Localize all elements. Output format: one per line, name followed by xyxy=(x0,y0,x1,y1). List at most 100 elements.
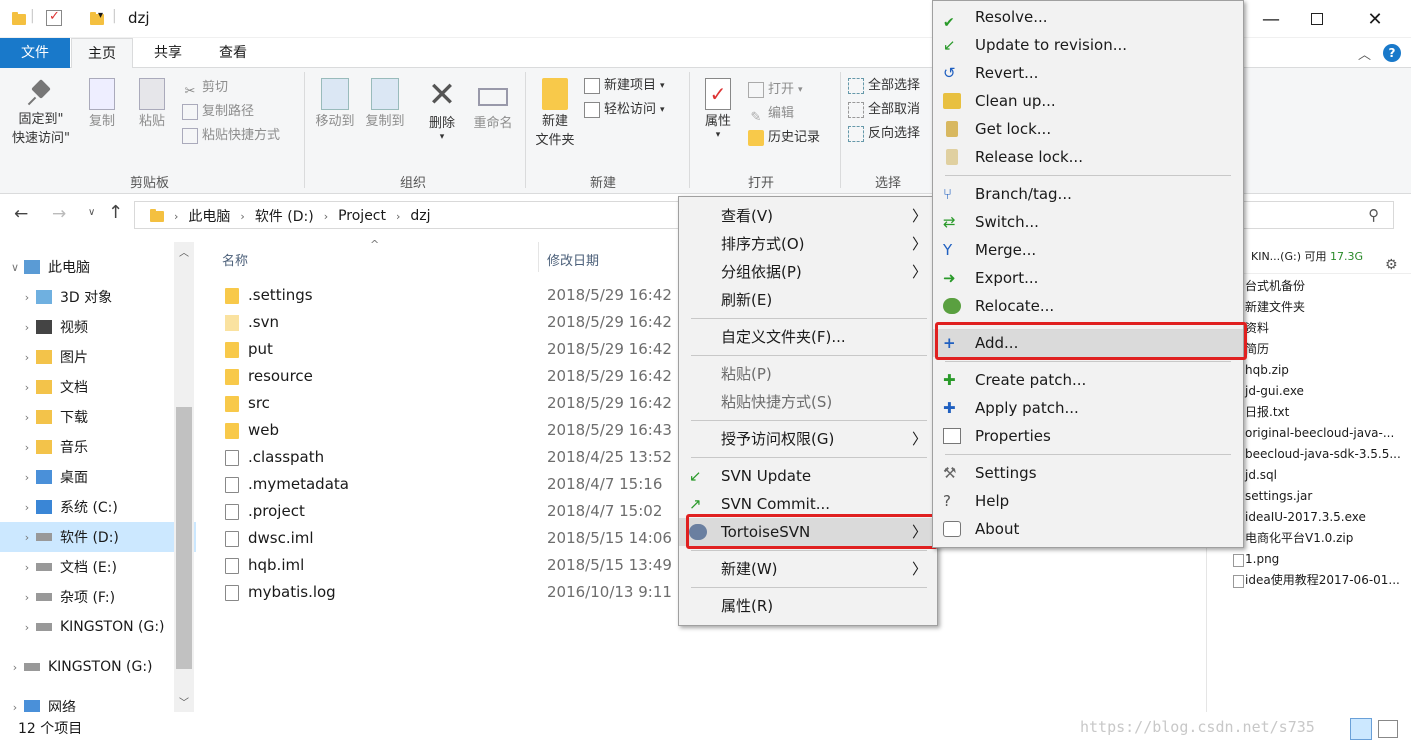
details-view-icon[interactable] xyxy=(1350,718,1372,740)
tab-home[interactable]: 主页 xyxy=(71,38,133,69)
recent-locations-icon[interactable]: ∨ xyxy=(88,207,95,218)
delete-button[interactable]: ✕ 删除 ▾ xyxy=(420,78,464,142)
collapse-ribbon-icon[interactable]: ︿ xyxy=(1358,44,1371,63)
invert-selection-button[interactable]: 反向选择 xyxy=(848,122,920,146)
file-row-svn[interactable]: .svn 2018/5/29 16:42 xyxy=(210,309,680,336)
nav-item-downloads[interactable]: › 下载 xyxy=(0,402,196,432)
copy-path-button[interactable]: 复制路径 xyxy=(182,100,280,124)
history-button[interactable]: 历史记录 xyxy=(748,126,820,150)
file-row-resource[interactable]: resource 2018/5/29 16:42 xyxy=(210,363,680,390)
nav-item-kingston[interactable]: › KINGSTON (G:) xyxy=(0,652,196,682)
copy-button[interactable]: 复制 xyxy=(82,78,122,131)
select-all-button[interactable]: 全部选择 xyxy=(848,74,920,98)
menu-item-apply-patch[interactable]: ✚ Apply patch... xyxy=(933,394,1243,422)
move-to-button[interactable]: 移动到 xyxy=(310,78,360,131)
nav-item-drive-f[interactable]: › 杂项 (F:) xyxy=(0,582,196,612)
menu-item-help[interactable]: ? Help xyxy=(933,487,1243,515)
scroll-up-icon[interactable]: ︿ xyxy=(179,244,189,259)
copy-to-button[interactable]: 复制到 xyxy=(360,78,410,131)
menu-item-new[interactable]: 新建(W) 〉 xyxy=(679,555,937,583)
column-name[interactable]: 名称 xyxy=(222,250,248,269)
menu-item-get-lock[interactable]: Get lock... xyxy=(933,115,1243,143)
nav-item-videos[interactable]: › 视频 xyxy=(0,312,196,342)
list-item[interactable]: idea使用教程2017-06-01... xyxy=(1207,570,1411,591)
forward-arrow-icon[interactable]: → xyxy=(52,204,66,224)
search-icon[interactable]: ⚲ xyxy=(1368,206,1379,224)
nav-scrollbar[interactable]: ︿ ﹀ xyxy=(174,242,194,712)
back-arrow-icon[interactable]: ← xyxy=(14,204,28,224)
open-button[interactable]: 打开 ▾ xyxy=(748,78,820,102)
menu-item-properties-svn[interactable]: Properties xyxy=(933,422,1243,450)
breadcrumb-dzj[interactable]: dzj xyxy=(410,208,430,224)
properties-quick-icon[interactable]: ✓ xyxy=(46,9,62,26)
nav-item-music[interactable]: › 音乐 xyxy=(0,432,196,462)
up-arrow-icon[interactable]: ↑ xyxy=(108,202,123,223)
minimize-button[interactable]: — xyxy=(1248,0,1294,38)
file-row-web[interactable]: web 2018/5/29 16:43 xyxy=(210,417,680,444)
menu-item-refresh[interactable]: 刷新(E) xyxy=(679,286,937,314)
paste-shortcut-button[interactable]: 粘贴快捷方式 xyxy=(182,124,280,148)
cut-button[interactable]: ✂ 剪切 xyxy=(182,76,280,100)
nav-item-drive-d[interactable]: › 软件 (D:) xyxy=(0,522,196,552)
menu-item-update-to-revision[interactable]: ↙ Update to revision... xyxy=(933,31,1243,59)
menu-item-sort-by[interactable]: 排序方式(O) 〉 xyxy=(679,230,937,258)
menu-item-create-patch[interactable]: ✚ Create patch... xyxy=(933,366,1243,394)
menu-item-properties[interactable]: 属性(R) xyxy=(679,592,937,620)
menu-item-about[interactable]: About xyxy=(933,515,1243,543)
menu-item-paste-shortcut[interactable]: 粘贴快捷方式(S) xyxy=(679,388,937,416)
paste-button[interactable]: 粘贴 xyxy=(132,78,172,131)
new-item-button[interactable]: 新建项目 ▾ xyxy=(584,74,665,98)
file-row-dwsc-iml[interactable]: dwsc.iml 2018/5/15 14:06 xyxy=(210,525,680,552)
breadcrumb-drive-d[interactable]: 软件 (D:) xyxy=(255,206,314,226)
menu-item-branch-tag[interactable]: ⑂ Branch/tag... xyxy=(933,180,1243,208)
file-row-settings[interactable]: .settings 2018/5/29 16:42 xyxy=(210,282,680,309)
nav-item-drive-c[interactable]: › 系统 (C:) xyxy=(0,492,196,522)
nav-item-this-pc[interactable]: ∨ 此电脑 xyxy=(0,252,196,282)
nav-item-pictures[interactable]: › 图片 xyxy=(0,342,196,372)
menu-item-switch[interactable]: ⇄ Switch... xyxy=(933,208,1243,236)
menu-item-give-access[interactable]: 授予访问权限(G) 〉 xyxy=(679,425,937,453)
tab-share[interactable]: 共享 xyxy=(138,38,198,68)
menu-item-view[interactable]: 查看(V) 〉 xyxy=(679,202,937,230)
scroll-thumb[interactable] xyxy=(176,407,192,669)
menu-item-relocate[interactable]: Relocate... xyxy=(933,292,1243,320)
file-row-mymetadata[interactable]: .mymetadata 2018/4/7 15:16 xyxy=(210,471,680,498)
nav-item-drive-g[interactable]: › KINGSTON (G:) xyxy=(0,612,196,642)
help-icon[interactable]: ? xyxy=(1383,44,1401,62)
menu-item-revert[interactable]: ↺ Revert... xyxy=(933,59,1243,87)
nav-item-drive-e[interactable]: › 文档 (E:) xyxy=(0,552,196,582)
properties-button[interactable]: ✓ 属性 ▾ xyxy=(696,78,740,140)
new-folder-button[interactable]: 新建 文件夹 xyxy=(530,78,580,150)
select-none-button[interactable]: 全部取消 xyxy=(848,98,920,122)
customize-quick-access-icon[interactable]: ▾ xyxy=(98,10,103,21)
menu-item-group-by[interactable]: 分组依据(P) 〉 xyxy=(679,258,937,286)
file-row-mybatis-log[interactable]: mybatis.log 2016/10/13 9:11 xyxy=(210,579,680,606)
pin-quick-access-button[interactable]: 固定到" 快速访问" xyxy=(6,78,76,148)
file-row-put[interactable]: put 2018/5/29 16:42 xyxy=(210,336,680,363)
close-button[interactable]: ✕ xyxy=(1352,0,1398,38)
menu-item-settings[interactable]: ⚒ Settings xyxy=(933,459,1243,487)
menu-item-paste[interactable]: 粘贴(P) xyxy=(679,360,937,388)
file-row-project[interactable]: .project 2018/4/7 15:02 xyxy=(210,498,680,525)
nav-item-desktop[interactable]: › 桌面 xyxy=(0,462,196,492)
nav-item-3d-objects[interactable]: › 3D 对象 xyxy=(0,282,196,312)
menu-item-merge[interactable]: Y Merge... xyxy=(933,236,1243,264)
large-icons-view-icon[interactable] xyxy=(1378,720,1398,738)
breadcrumb-project[interactable]: Project xyxy=(338,208,386,224)
rename-button[interactable]: 重命名 xyxy=(468,78,518,133)
edit-button[interactable]: ✎ 编辑 xyxy=(748,102,820,126)
scroll-down-icon[interactable]: ﹀ xyxy=(179,694,189,709)
breadcrumb-this-pc[interactable]: 此电脑 xyxy=(188,206,230,226)
file-row-hqb-iml[interactable]: hqb.iml 2018/5/15 13:49 xyxy=(210,552,680,579)
menu-item-export[interactable]: ➜ Export... xyxy=(933,264,1243,292)
file-row-src[interactable]: src 2018/5/29 16:42 xyxy=(210,390,680,417)
easy-access-button[interactable]: 轻松访问 ▾ xyxy=(584,98,665,122)
nav-item-documents[interactable]: › 文档 xyxy=(0,372,196,402)
maximize-button[interactable] xyxy=(1294,0,1340,38)
menu-item-customize-folder[interactable]: 自定义文件夹(F)... xyxy=(679,323,937,351)
menu-item-svn-update[interactable]: ↙ SVN Update xyxy=(679,462,937,490)
file-row-classpath[interactable]: .classpath 2018/4/25 13:52 xyxy=(210,444,680,471)
column-modified[interactable]: 修改日期 xyxy=(547,250,599,269)
nav-item-network[interactable]: › 网络 xyxy=(0,692,196,712)
menu-item-resolve[interactable]: ✔ Resolve... xyxy=(933,3,1243,31)
